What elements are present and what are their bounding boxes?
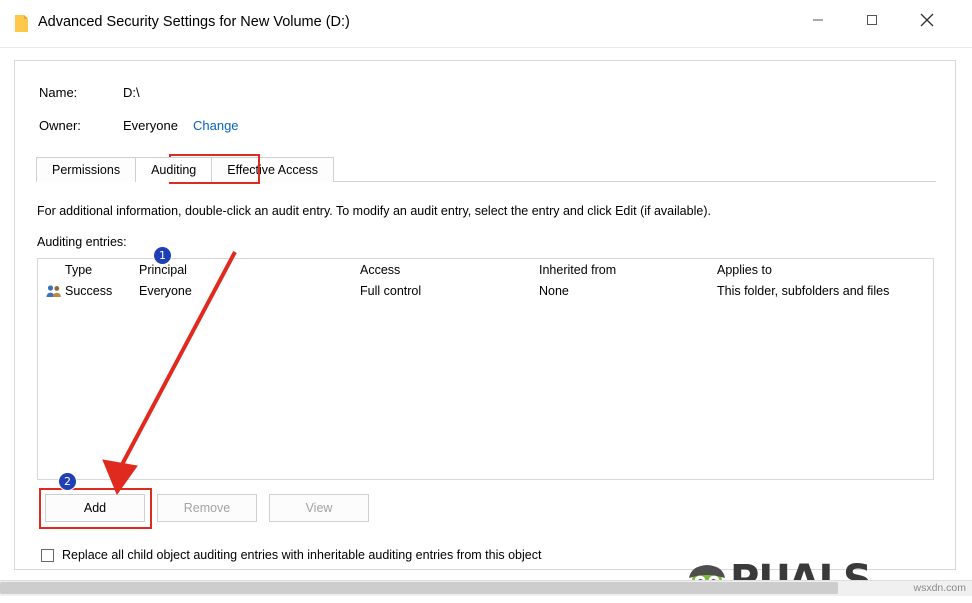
users-audit-icon [46, 284, 62, 298]
column-header-access[interactable]: Access [360, 263, 400, 277]
close-button[interactable] [904, 0, 950, 40]
column-header-type[interactable]: Type [65, 263, 92, 277]
owner-change-link[interactable]: Change [193, 118, 239, 133]
column-header-inherited-from[interactable]: Inherited from [539, 263, 616, 277]
view-button: View [269, 494, 369, 522]
minimize-button[interactable] [795, 0, 841, 40]
step-badge-1: 1 [154, 247, 171, 264]
cell-applies-to: This folder, subfolders and files [717, 284, 889, 298]
tab-effective-access[interactable]: Effective Access [211, 157, 334, 182]
list-header: Type Principal Access Inherited from App… [38, 259, 933, 281]
cell-type: Success [65, 284, 112, 298]
cell-access: Full control [360, 284, 421, 298]
site-watermark: wsxdn.com [913, 582, 966, 594]
name-value: D:\ [123, 85, 140, 100]
replace-child-auditing-row[interactable]: Replace all child object auditing entrie… [41, 548, 541, 562]
auditing-entries-label: Auditing entries: [37, 235, 127, 249]
content-panel: Name: D:\ Owner: Everyone Change Permiss… [14, 60, 956, 570]
maximize-button[interactable] [849, 0, 895, 40]
column-header-principal[interactable]: Principal [139, 263, 187, 277]
cell-principal: Everyone [139, 284, 192, 298]
replace-child-auditing-checkbox[interactable] [41, 549, 54, 562]
title-bar: Advanced Security Settings for New Volum… [0, 0, 972, 48]
folder-icon [15, 15, 28, 32]
step-badge-2: 2 [59, 473, 76, 490]
cell-inherited-from: None [539, 284, 569, 298]
window-title: Advanced Security Settings for New Volum… [38, 14, 350, 30]
column-header-applies-to[interactable]: Applies to [717, 263, 772, 277]
name-label: Name: [39, 85, 77, 100]
horizontal-scrollbar-thumb[interactable] [0, 582, 838, 594]
replace-child-auditing-label: Replace all child object auditing entrie… [62, 548, 541, 562]
tab-auditing[interactable]: Auditing [135, 157, 212, 182]
table-row[interactable]: Success Everyone Full control None This … [38, 281, 933, 303]
add-button[interactable]: Add [45, 494, 145, 522]
owner-label: Owner: [39, 118, 81, 133]
owner-value: Everyone [123, 118, 178, 133]
advanced-security-settings-window: Advanced Security Settings for New Volum… [0, 0, 972, 580]
auditing-entries-list[interactable]: Type Principal Access Inherited from App… [37, 258, 934, 480]
bottom-scroll-strip[interactable]: wsxdn.com [0, 580, 972, 596]
tab-strip: Permissions Auditing Effective Access [36, 157, 333, 182]
info-text: For additional information, double-click… [37, 204, 711, 218]
remove-button: Remove [157, 494, 257, 522]
tab-permissions[interactable]: Permissions [36, 157, 136, 182]
